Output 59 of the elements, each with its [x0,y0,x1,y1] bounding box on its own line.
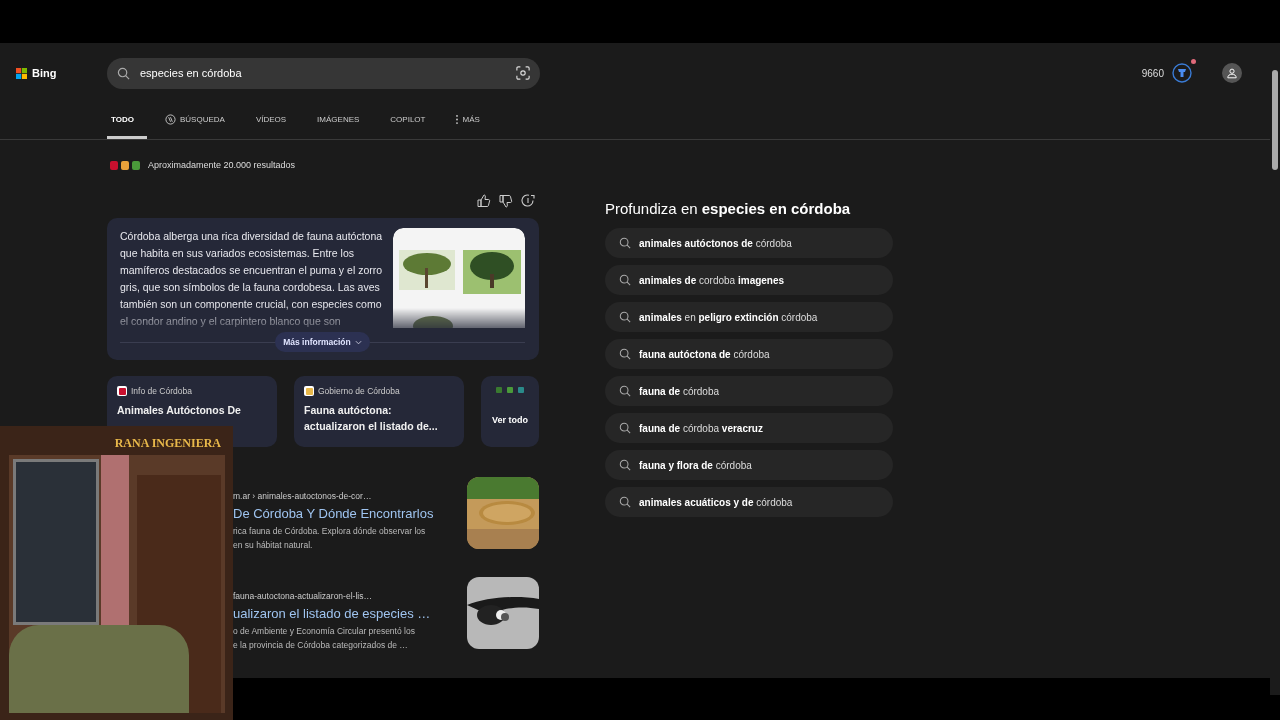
search-field[interactable]: especies en córdoba [107,57,540,89]
more-info-button[interactable]: Más información [275,332,370,352]
source-favicons-icon [107,160,140,170]
source-favicons-icon [496,387,524,393]
related-search-chip[interactable]: animales de cordoba imagenes [605,265,893,295]
search-icon [619,496,631,508]
source-title: Animales Autóctonos De [117,403,242,418]
search-icon [117,66,130,80]
account-avatar-icon[interactable] [1222,63,1242,83]
search-icon [619,237,631,249]
results-count: Aproximadamente 20.000 resultados [148,160,296,170]
answer-text: Córdoba alberga una rica diversidad de fauna autóctona que habita en sus variados ecosistemas. Entre los mamíferos destacados se encuentran el puma y el zorro gris, que son símbolos de la fauna cordobesa. Las aves también son un componente crucial, con especies como el condor andino y el carpintero blanco que son [120,229,383,329]
source-site: Gobierno de Córdoba [318,386,400,396]
visual-search-icon[interactable] [516,66,530,80]
source-site: Info de Córdoba [131,386,192,396]
result-url: fauna-autoctona-actualizaron-el-lis… [233,591,373,601]
search-icon [619,311,631,323]
thumbs-down-icon[interactable] [499,194,513,208]
search-icon [619,385,631,397]
see-all-card[interactable]: Ver todo [481,376,539,447]
result-snippet: e la provincia de Córdoba categorizados de … [233,639,409,652]
search-icon [619,274,631,286]
chevron-down-icon [354,339,362,345]
bird-photo-placeholder[interactable] [467,577,539,649]
related-search-chip[interactable]: fauna autóctona de córdoba [605,339,893,369]
share-icon[interactable] [521,194,535,208]
source-card[interactable]: Gobierno de Córdoba Fauna autóctona: actualizaron el listado de... [294,376,464,447]
rewards-points[interactable]: 9660 [1141,67,1164,79]
search-icon [619,348,631,360]
nav-tab[interactable]: TODO [107,103,147,139]
nav-tab[interactable]: COPILOT [386,103,439,139]
windows-logo-icon [16,67,27,79]
nav-tab[interactable]: BÚSQUEDA [160,103,238,139]
related-searches-heading: Profundiza en especies en córdoba [605,200,852,217]
related-search-chip[interactable]: fauna de córdoba [605,376,893,406]
jaguar-photo-placeholder[interactable] [467,477,539,549]
related-search-chip[interactable]: animales autóctonos de córdoba [605,228,893,258]
nav-tab[interactable]: MÁS [452,103,493,139]
result-snippet: rica fauna de Córdoba. Explora dónde observar los [233,525,427,538]
search-query: especies en córdoba [140,67,243,79]
nav-tab[interactable]: VÍDEOS [251,103,300,139]
related-search-chip[interactable]: fauna y flora de córdoba [605,450,893,480]
nav-tab[interactable]: IMÁGENES [313,103,373,139]
result-snippet: en su hábitat natural. [233,539,314,552]
search-icon [619,422,631,434]
thumbs-up-icon[interactable] [477,194,491,208]
logo-text[interactable]: Bing [32,67,57,79]
more-icon [456,115,459,124]
source-title: Fauna autóctona: actualizaron el listado de... [304,403,439,434]
result-url: m.ar › animales-autoctonos-de-cor… [233,491,373,501]
related-search-chip[interactable]: animales acuáticos y de córdoba [605,487,893,517]
search-icon [619,459,631,471]
related-search-chip[interactable]: fauna de córdoba veracruz [605,413,893,443]
see-all-label: Ver todo [492,415,528,425]
related-search-chip[interactable]: animales en peligro extinción córdoba [605,302,893,332]
result-title-link[interactable]: De Córdoba Y Dónde Encontrarlos [233,506,457,521]
copilot-icon [164,114,176,125]
result-title-link[interactable]: ualizaron el listado de especies … [233,606,457,621]
result-snippet: o de Ambiente y Economía Circular presentó los [233,625,416,638]
